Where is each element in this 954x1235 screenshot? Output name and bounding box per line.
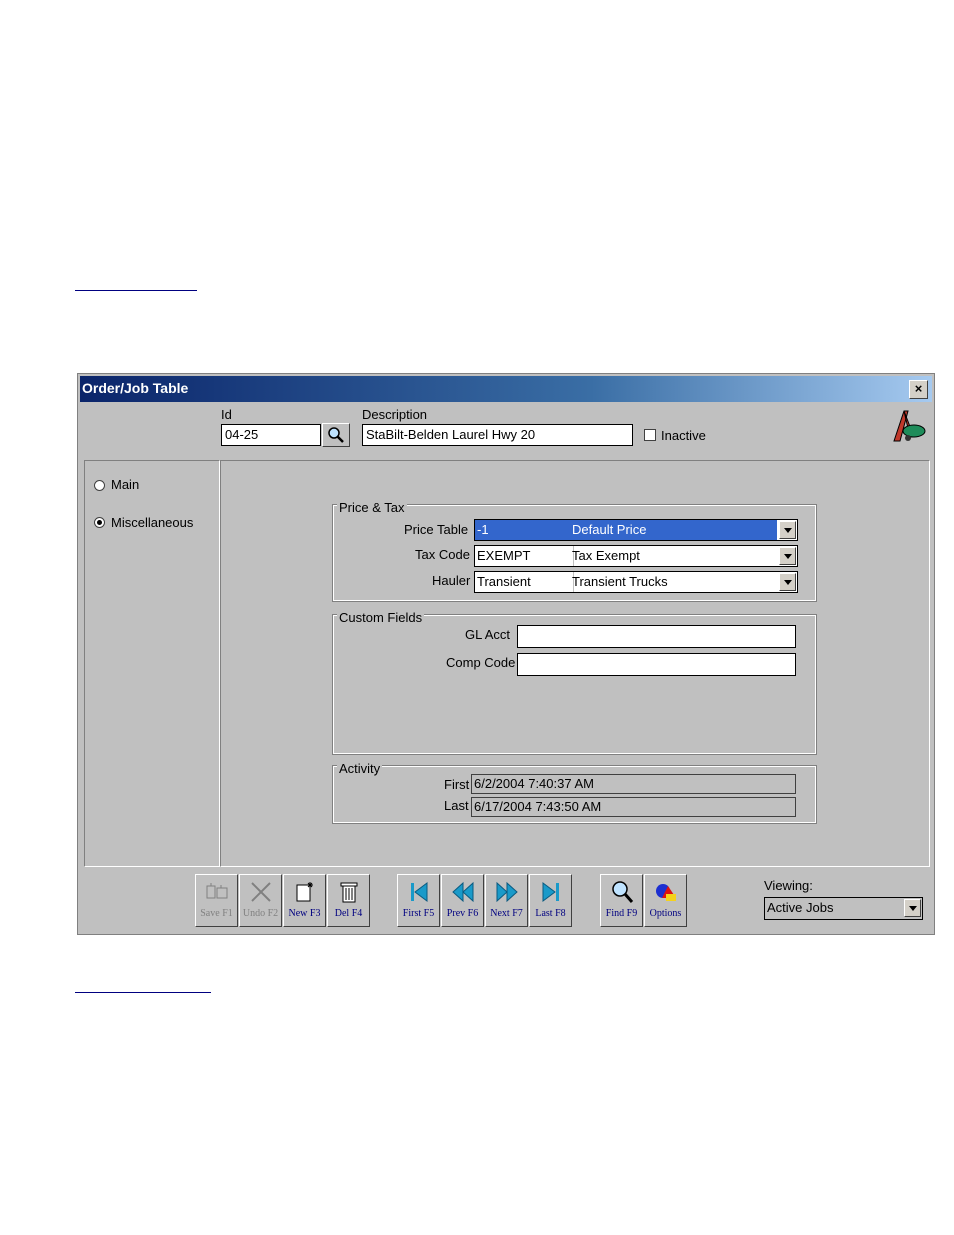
price-table-code: -1 <box>475 520 574 540</box>
delete-button[interactable]: Del F4 <box>327 874 370 927</box>
hauler-name: Transient Trucks <box>572 574 668 589</box>
radio-miscellaneous[interactable] <box>94 517 105 528</box>
dropdown-arrow-icon[interactable] <box>779 573 796 591</box>
nav-miscellaneous-label[interactable]: Miscellaneous <box>111 515 193 530</box>
custom-fields-group-label: Custom Fields <box>337 610 425 625</box>
last-button-label: Last F8 <box>535 908 566 919</box>
id-label: Id <box>221 407 232 422</box>
delete-icon <box>340 882 358 903</box>
hauler-label: Hauler <box>432 573 471 588</box>
radio-main[interactable] <box>94 480 105 491</box>
toolbar-nav-group: First F5 Prev F6 Next F7 Last F8 <box>397 874 577 928</box>
first-icon <box>411 882 428 902</box>
find-icon <box>612 881 634 903</box>
price-table-label: Price Table <box>404 522 469 537</box>
find-button[interactable]: Find F9 <box>600 874 643 927</box>
last-icon <box>542 882 559 902</box>
id-lookup-button[interactable] <box>322 423 350 447</box>
first-button-label: First F5 <box>402 908 435 919</box>
tax-code-code: EXEMPT <box>475 546 574 566</box>
price-table-name: Default Price <box>570 520 777 540</box>
undo-icon <box>251 882 271 902</box>
page-divider-bottom <box>75 992 211 993</box>
tax-code-label: Tax Code <box>415 547 470 562</box>
toolbar-record-group: Save F1 Undo F2 New F3 Del F4 <box>195 874 375 928</box>
save-icon <box>206 883 228 899</box>
last-activity-field: 6/17/2004 7:43:50 AM <box>471 797 796 817</box>
price-table-dropdown[interactable]: -1 Default Price <box>474 519 798 541</box>
inactive-checkbox[interactable] <box>644 429 656 441</box>
window-title: Order/Job Table <box>82 380 189 396</box>
page-divider-top <box>75 290 197 291</box>
dropdown-arrow-icon[interactable] <box>904 899 921 917</box>
toolbar-find-group: Find F9 Options <box>600 874 690 928</box>
options-icon <box>656 884 676 901</box>
description-label: Description <box>362 407 428 422</box>
tax-code-name: Tax Exempt <box>572 548 640 563</box>
viewing-value: Active Jobs <box>767 900 834 915</box>
hauler-dropdown[interactable]: Transient Transient Trucks <box>474 571 798 593</box>
close-button[interactable]: × <box>909 380 928 399</box>
viewing-dropdown[interactable]: Active Jobs <box>764 897 923 920</box>
app-logo-icon <box>893 410 926 442</box>
options-button-label: Options <box>649 908 682 919</box>
title-bar: Order/Job Table × <box>80 376 932 402</box>
close-icon: × <box>914 381 923 396</box>
dropdown-arrow-icon[interactable] <box>779 547 796 565</box>
gl-acct-label: GL Acct <box>465 627 511 642</box>
gl-acct-field[interactable] <box>517 625 796 648</box>
hauler-code: Transient <box>475 572 574 592</box>
new-button[interactable]: New F3 <box>283 874 326 927</box>
nav-main-label[interactable]: Main <box>111 477 139 492</box>
dropdown-arrow-icon[interactable] <box>779 521 796 539</box>
new-icon <box>296 882 313 902</box>
new-button-label: New F3 <box>288 908 321 919</box>
prev-button[interactable]: Prev F6 <box>441 874 484 927</box>
comp-code-field[interactable] <box>517 653 796 676</box>
next-button-label: Next F7 <box>490 908 523 919</box>
id-field[interactable]: 04-25 <box>221 424 321 446</box>
order-job-window: Order/Job Table × Id 04-25 Description S… <box>77 373 935 935</box>
activity-group-label: Activity <box>337 761 383 776</box>
tax-code-dropdown[interactable]: EXEMPT Tax Exempt <box>474 545 798 567</box>
options-button[interactable]: Options <box>644 874 687 927</box>
save-button-label: Save F1 <box>200 908 233 919</box>
find-button-label: Find F9 <box>605 908 638 919</box>
last-label: Last <box>444 798 469 813</box>
price-tax-group-label: Price & Tax <box>337 500 407 515</box>
prev-icon <box>452 881 474 903</box>
next-icon <box>496 881 518 903</box>
delete-button-label: Del F4 <box>334 908 363 919</box>
inactive-label: Inactive <box>661 428 706 443</box>
first-activity-field: 6/2/2004 7:40:37 AM <box>471 774 796 794</box>
next-button[interactable]: Next F7 <box>485 874 528 927</box>
undo-button-label: Undo F2 <box>242 908 279 919</box>
undo-button[interactable]: Undo F2 <box>239 874 282 927</box>
search-icon <box>328 427 344 443</box>
description-field[interactable]: StaBilt-Belden Laurel Hwy 20 <box>362 424 633 446</box>
comp-code-label: Comp Code <box>446 655 516 670</box>
viewing-label: Viewing: <box>764 878 813 893</box>
prev-button-label: Prev F6 <box>446 908 479 919</box>
save-button[interactable]: Save F1 <box>195 874 238 927</box>
last-button[interactable]: Last F8 <box>529 874 572 927</box>
first-button[interactable]: First F5 <box>397 874 440 927</box>
first-label: First <box>444 777 470 792</box>
